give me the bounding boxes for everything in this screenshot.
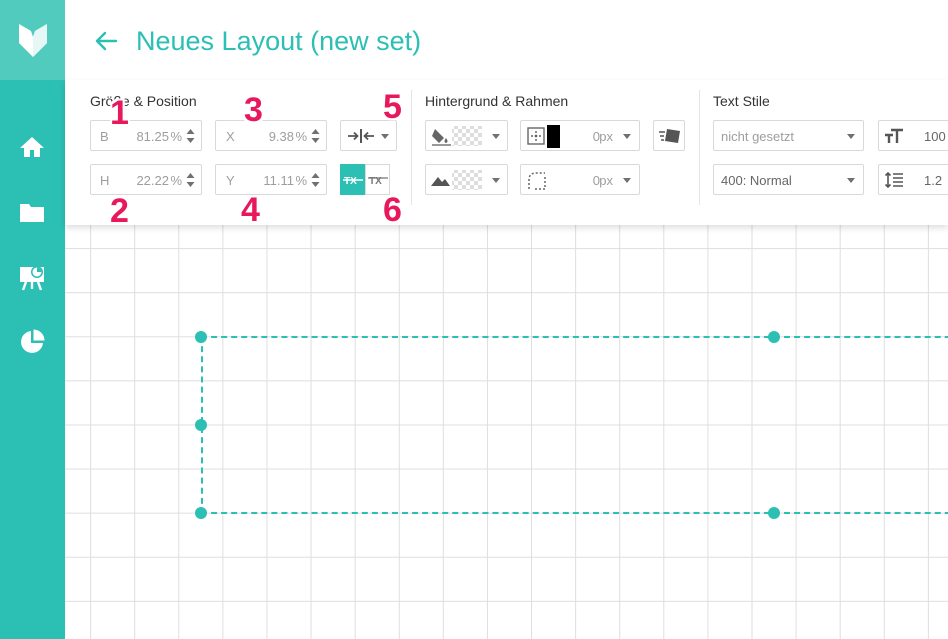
font-family-dropdown[interactable]: nicht gesetzt xyxy=(713,120,864,151)
shadow-icon xyxy=(659,129,680,143)
width-value: 81.25 xyxy=(136,129,169,144)
fill-color-caret-icon xyxy=(492,134,500,139)
font-size-field[interactable]: 100 xyxy=(878,120,948,151)
y-label: Y xyxy=(226,173,235,188)
border-radius-caret-icon xyxy=(623,178,631,183)
annotation-badge-6: 6 xyxy=(383,191,402,229)
border-width-dropdown[interactable]: 0 px xyxy=(520,120,640,151)
resize-handle-bottom-middle[interactable] xyxy=(768,507,780,519)
toolbar: Größe & Position B 81.25 % H 22.22 % X 9… xyxy=(65,80,948,225)
height-field[interactable]: H 22.22 % xyxy=(90,164,202,195)
line-height-value: 1.2 xyxy=(924,173,943,188)
folder-icon xyxy=(20,204,44,222)
image-caret-icon xyxy=(492,178,500,183)
x-unit: % xyxy=(295,129,307,144)
background-border-title: Hintergrund & Rahmen xyxy=(425,93,569,109)
background-color-dropdown[interactable] xyxy=(425,120,508,151)
border-width-unit: px xyxy=(599,129,613,144)
resize-handle-top-middle[interactable] xyxy=(768,331,780,343)
font-family-caret-icon xyxy=(847,134,855,139)
x-label: X xyxy=(226,129,235,144)
image-icon xyxy=(431,170,482,190)
width-field[interactable]: B 81.25 % xyxy=(90,120,202,151)
height-stepper-icon[interactable] xyxy=(186,171,195,189)
svg-text:TX: TX xyxy=(344,176,357,186)
height-unit: % xyxy=(170,173,182,188)
y-value: 11.11 xyxy=(263,173,294,188)
align-center-icon xyxy=(348,129,374,143)
layout-canvas[interactable] xyxy=(65,225,948,639)
x-stepper-icon[interactable] xyxy=(311,127,320,145)
border-width-caret-icon xyxy=(623,134,631,139)
y-field[interactable]: Y 11.11 % xyxy=(215,164,327,195)
x-value: 9.38 xyxy=(268,129,294,144)
logo[interactable] xyxy=(0,0,65,80)
font-size-value: 100 xyxy=(924,129,946,144)
header: Neues Layout (new set) xyxy=(65,0,948,80)
back-arrow-icon[interactable] xyxy=(93,28,119,54)
fox-logo-icon xyxy=(18,24,47,57)
border-radius-icon xyxy=(528,172,546,190)
sidebar-item-folder[interactable] xyxy=(17,197,47,227)
annotation-badge-3: 3 xyxy=(244,91,263,129)
text-direction-active[interactable]: TX xyxy=(340,164,365,195)
resize-handle-top-left[interactable] xyxy=(195,331,207,343)
y-unit: % xyxy=(295,173,307,188)
text-strike-icon: TX xyxy=(342,176,363,186)
sidebar xyxy=(0,0,65,639)
x-field[interactable]: X 9.38 % xyxy=(215,120,327,151)
alignment-caret-icon xyxy=(381,134,389,139)
sidebar-item-home[interactable] xyxy=(17,132,47,162)
annotation-badge-1: 1 xyxy=(110,94,129,132)
line-height-field[interactable]: 1.2 xyxy=(878,164,948,195)
y-stepper-icon[interactable] xyxy=(311,171,320,189)
fill-color-icon xyxy=(432,126,482,146)
home-icon xyxy=(20,137,44,157)
shadow-button[interactable] xyxy=(653,120,685,151)
annotation-badge-2: 2 xyxy=(110,192,129,230)
text-strike-alt-icon: TX xyxy=(367,176,388,186)
annotation-badge-5: 5 xyxy=(383,88,402,126)
width-label: B xyxy=(100,129,109,144)
background-image-dropdown[interactable] xyxy=(425,164,508,195)
font-weight-value: 400: Normal xyxy=(721,173,792,188)
presentation-icon xyxy=(20,266,44,291)
border-color-swatch[interactable] xyxy=(547,125,560,148)
resize-handle-middle-left[interactable] xyxy=(195,419,207,431)
border-style-icon xyxy=(527,127,545,145)
font-size-icon xyxy=(885,128,903,143)
font-weight-dropdown[interactable]: 400: Normal xyxy=(713,164,864,195)
font-weight-caret-icon xyxy=(847,178,855,183)
width-unit: % xyxy=(170,129,182,144)
divider xyxy=(411,90,412,205)
font-family-value: nicht gesetzt xyxy=(721,129,794,144)
height-value: 22.22 xyxy=(136,173,169,188)
text-styles-title: Text Stile xyxy=(713,93,770,109)
width-stepper-icon[interactable] xyxy=(186,127,195,145)
pie-chart-icon xyxy=(21,329,45,353)
sidebar-item-analytics[interactable] xyxy=(17,327,47,357)
line-height-icon xyxy=(884,171,903,189)
annotation-badge-4: 4 xyxy=(241,191,260,229)
resize-handle-bottom-left[interactable] xyxy=(195,507,207,519)
height-label: H xyxy=(100,173,110,188)
selected-frame[interactable] xyxy=(201,336,948,514)
sidebar-item-presentation[interactable] xyxy=(17,262,47,292)
size-position-title: Größe & Position xyxy=(90,93,197,109)
page-title: Neues Layout (new set) xyxy=(136,26,422,56)
border-radius-dropdown[interactable]: 0 px xyxy=(520,164,640,195)
divider xyxy=(699,90,700,205)
border-radius-unit: px xyxy=(599,173,613,188)
